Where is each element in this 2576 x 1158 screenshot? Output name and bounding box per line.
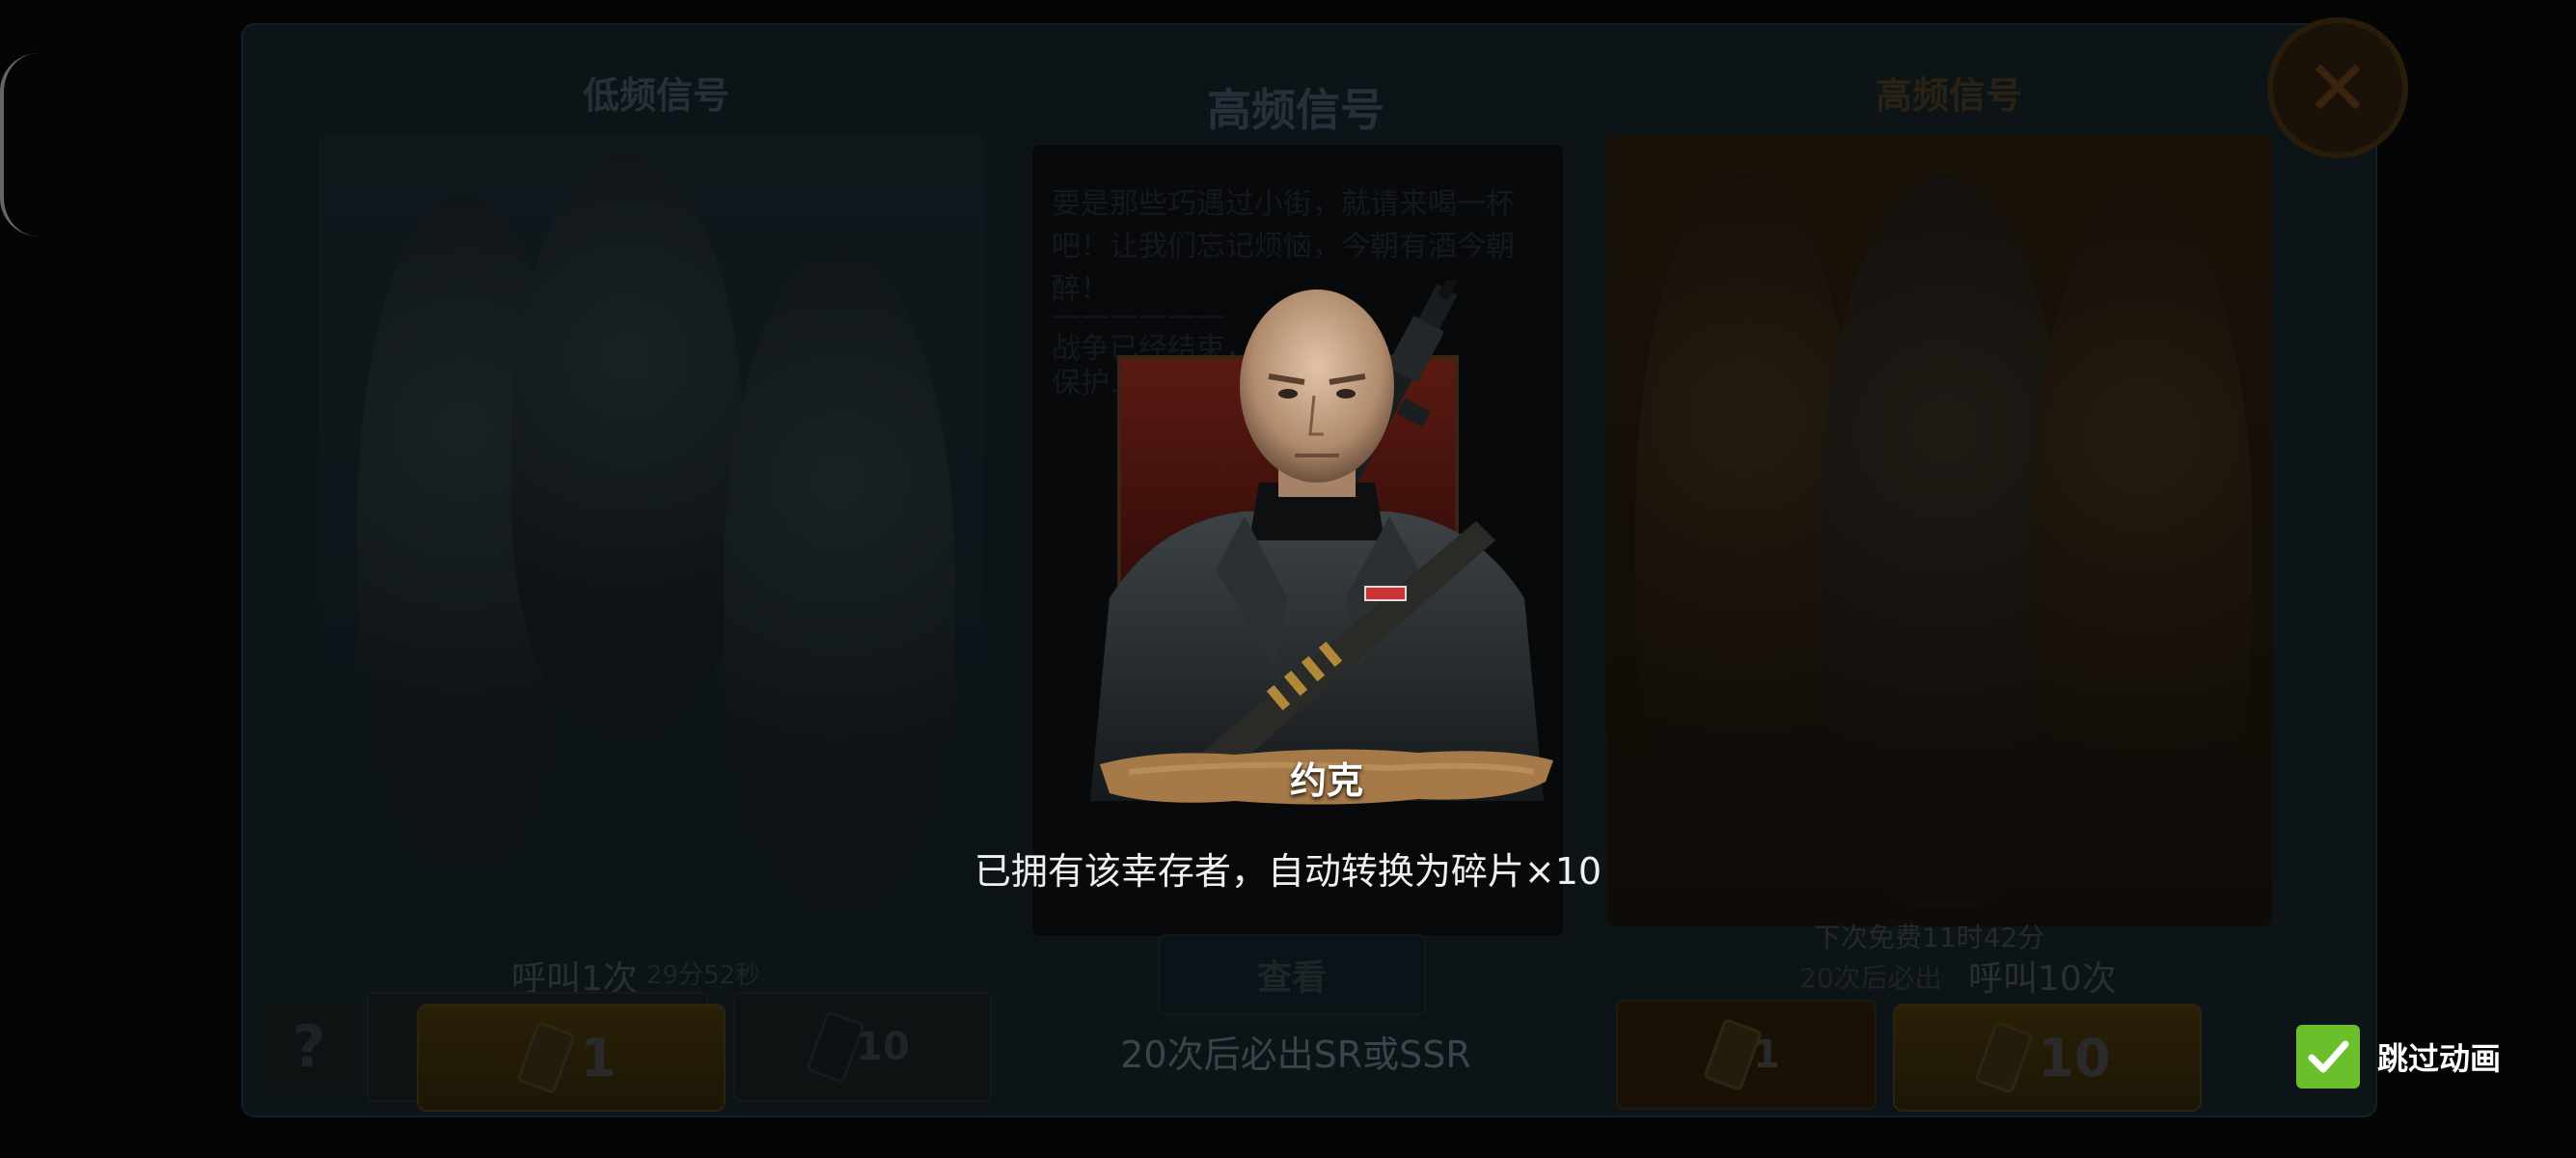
question-icon: ? (291, 1013, 326, 1081)
guarantee-notice: 20次后必出SR或SSR (1120, 1034, 1471, 1076)
skip-animation-label: 跳过动画 (2377, 1040, 2502, 1077)
battery-icon (806, 1009, 866, 1085)
battery-icon (1703, 1017, 1764, 1092)
left-edge-arc (0, 53, 42, 236)
duplicate-conversion-message: 已拥有该幸存者，自动转换为碎片×10 (973, 850, 1603, 893)
close-button[interactable]: ✕ (2267, 17, 2408, 158)
call-once-button[interactable]: 1 (417, 1004, 726, 1112)
character-silhouette (2031, 193, 2253, 888)
skip-animation-toggle[interactable]: 跳过动画 (2296, 1025, 2501, 1089)
call-once-button-right[interactable]: 1 (1616, 1000, 1877, 1110)
call-ten-button[interactable]: 10 (1893, 1004, 2202, 1112)
help-button[interactable]: ? (260, 1004, 357, 1090)
call-once-cost: 1 (580, 1027, 617, 1089)
tab-low-frequency[interactable]: 低频信号 (540, 66, 772, 119)
skip-animation-checkbox[interactable] (2296, 1025, 2360, 1089)
high-freq-card (1606, 135, 2272, 926)
tab-high-frequency[interactable]: 高频信号 (1833, 66, 2065, 119)
low-freq-card (318, 135, 984, 926)
info-line: 要是那些巧遇过小街，就请来喝一杯 (1052, 187, 1515, 221)
view-button-label: 查看 (1256, 958, 1327, 998)
guarantee-small: 20次后必出 (1799, 962, 1942, 994)
center-title: 高频信号 (1207, 84, 1384, 136)
character-name-banner: 约克 (1100, 743, 1553, 811)
character-silhouette (511, 154, 743, 733)
checkmark-icon (2308, 1040, 2349, 1073)
character-portrait (1052, 280, 1582, 801)
call-ten-button-left[interactable]: 10 (733, 992, 992, 1102)
call-ten-label: 呼叫10次 (1968, 959, 2117, 999)
call-ten-cost: 10 (856, 1025, 910, 1069)
info-line: 吧！让我们忘记烦恼，今朝有酒今朝 (1052, 230, 1515, 263)
close-icon: ✕ (2305, 42, 2370, 133)
cooldown-timer: 29分52秒 (646, 961, 761, 990)
character-silhouette (724, 251, 955, 907)
battery-icon (1974, 1020, 2035, 1095)
free-next-timer: 下次免费11时42分 (1814, 922, 2045, 953)
battery-icon (516, 1020, 577, 1095)
character-illustration (1090, 280, 1544, 801)
view-button[interactable]: 查看 (1158, 934, 1426, 1015)
call-ten-cost: 10 (2038, 1027, 2111, 1089)
character-name: 约克 (1289, 759, 1363, 802)
